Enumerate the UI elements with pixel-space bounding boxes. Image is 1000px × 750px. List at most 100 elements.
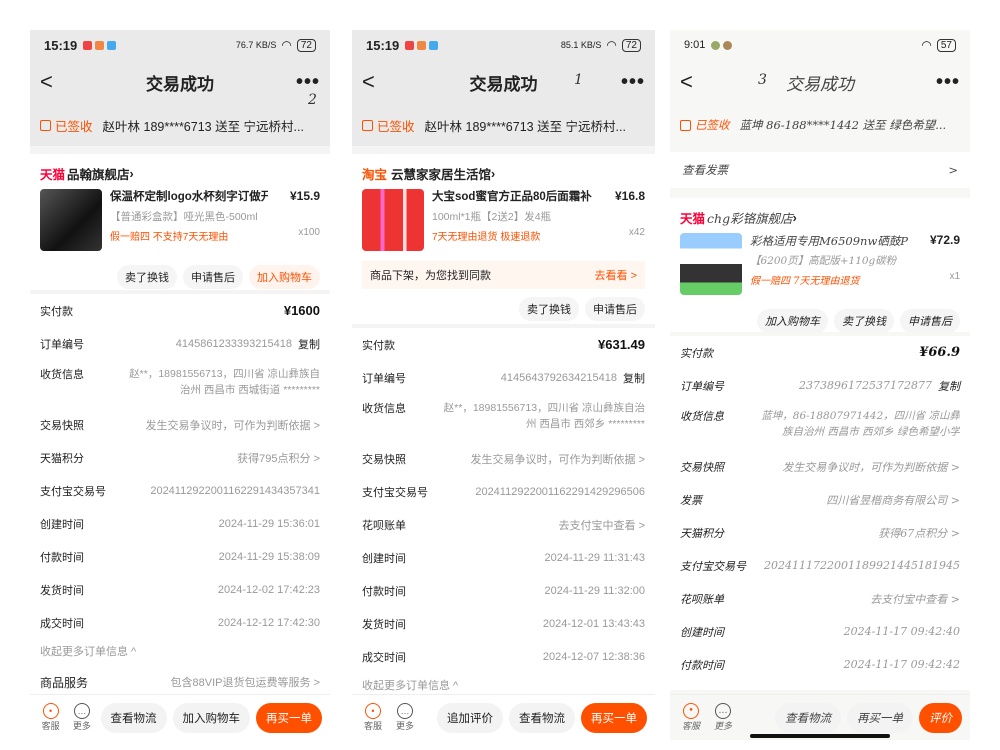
- product-title: 大宝sod蜜官方正品80后面霜补: [432, 191, 592, 203]
- resell-button[interactable]: 卖了换钱: [519, 297, 579, 321]
- product-title: 彩格适用专用M6509nw硒鼓PD21: [750, 234, 908, 248]
- battery-icon: 72: [621, 38, 641, 52]
- more-icon[interactable]: •••: [615, 71, 645, 94]
- app-icons: [711, 40, 733, 50]
- add-to-cart-button[interactable]: 加入购物车: [757, 309, 828, 333]
- status-time: 15:19: [366, 37, 400, 53]
- nav-bar: < 交易成功 •••: [352, 60, 655, 104]
- order-info: 实付款 ¥1600 订单编号 4145861233393215418 复制 收货信息赵…: [30, 294, 330, 680]
- delisted-notice[interactable]: 商品下架，为您找到同款 去看看 >: [362, 261, 645, 289]
- info-row-paid: 实付款 ¥631.49: [362, 337, 645, 352]
- shop-name[interactable]: 天猫 chg彩铬旗舰店 ›: [670, 198, 970, 233]
- info-row-shipped: 发货时间 2024-12-01 13:43:43: [362, 617, 645, 631]
- add-to-cart-button[interactable]: 加入购物车: [249, 265, 320, 289]
- page-title: 交易成功: [146, 74, 214, 94]
- back-icon[interactable]: <: [362, 69, 392, 95]
- info-row-paid: 实付款 ¥66.9: [680, 345, 960, 360]
- info-row-shipping: 收货信息 蓝坤，86-18807971442，四川省 凉山彝族自治州 西昌市 西郊…: [680, 410, 960, 438]
- after-sale-button[interactable]: 申请售后: [900, 309, 960, 333]
- product-price: ¥16.8: [614, 189, 645, 203]
- shop-name[interactable]: 天猫 品翰旗舰店 ›: [30, 154, 330, 189]
- info-row-created: 创建时间 2024-11-17 09:42:40: [680, 625, 960, 639]
- review-button[interactable]: 评价: [919, 702, 962, 733]
- buy-again-button[interactable]: 再买一单: [256, 702, 322, 733]
- view-logistics-button[interactable]: 查看物流: [100, 702, 167, 733]
- info-row-shipping: 收货信息 赵**，18981556713，四川省 凉山彝族自治州 西昌市 西郊乡 …: [362, 402, 645, 430]
- app-icons: [83, 40, 117, 50]
- more-dots-icon: …: [73, 703, 90, 719]
- product-card: 天猫 品翰旗舰店 › 保温杯定制logo水杯刻字订做开 【普通彩盒款】哑光黑色-5…: [30, 154, 330, 290]
- info-row-shipping: 收货信息 赵**，18981556713，四川省 凉山彝族自治州 西昌市 西城街道…: [40, 368, 320, 396]
- after-sale-button[interactable]: 申请售后: [183, 265, 243, 289]
- more-menu[interactable]: … 更多: [710, 703, 736, 732]
- info-row-created: 创建时间 2024-11-29 15:36:01: [40, 517, 320, 531]
- info-row-huabei[interactable]: 花呗账单 去支付宝中查看 >: [362, 508, 645, 541]
- invoice-row[interactable]: 查看发票 >: [670, 152, 970, 188]
- see-similar-link[interactable]: 去看看 >: [595, 267, 637, 283]
- product-qty: x42: [628, 227, 645, 238]
- info-row-order-id: 订单编号 2373896172537172877 复制: [680, 378, 960, 394]
- service-value: 包含88VIP退货包运费等服务 >: [170, 677, 320, 689]
- product-item[interactable]: 保温杯定制logo水杯刻字订做开 【普通彩盒款】哑光黑色-500ml 假一赔四 …: [30, 189, 330, 259]
- info-row-completed: 成交时间 2024-12-12 17:42:30: [40, 616, 320, 630]
- back-icon[interactable]: <: [40, 69, 70, 95]
- info-row-points[interactable]: 天猫积分 获得795点积分 >: [40, 441, 320, 474]
- product-tags: 假一赔四 不支持7天无理由: [110, 232, 229, 243]
- info-row-invoice[interactable]: 发票 四川省昱楷商务有限公司 >: [680, 483, 960, 516]
- after-sale-button[interactable]: 申请售后: [585, 297, 645, 321]
- info-row-huabei[interactable]: 花呗账单 去支付宝中查看 >: [680, 582, 960, 615]
- chat-icon: •: [42, 703, 59, 719]
- product-item[interactable]: 彩格适用专用M6509nw硒鼓PD21 【6200页】高配版+110g碳粉 假一…: [670, 233, 970, 303]
- package-icon: [362, 119, 373, 131]
- signed-status: 已签收: [40, 116, 93, 135]
- battery-icon: 72: [296, 38, 316, 52]
- view-logistics-button[interactable]: 查看物流: [509, 702, 575, 733]
- customer-service[interactable]: • 客服: [38, 703, 63, 732]
- invoice-label: 查看发票: [682, 163, 728, 177]
- more-dots-icon: …: [397, 703, 413, 719]
- info-row-points[interactable]: 天猫积分 获得67点积分 >: [680, 516, 960, 549]
- more-menu[interactable]: … 更多: [392, 703, 418, 732]
- chevron-right-icon: >: [948, 163, 958, 177]
- copy-button[interactable]: 复制: [938, 378, 960, 394]
- product-card: 淘宝 云慧家家居生活馆 › 大宝sod蜜官方正品80后面霜补 100ml*1瓶【2…: [352, 154, 655, 324]
- buy-again-button[interactable]: 再买一单: [581, 702, 647, 733]
- delivery-address-bar[interactable]: 已签收 赵叶林 189****6713 送至 宁远桥村...: [30, 104, 330, 146]
- status-bar: 9:01 ◠ 57: [670, 30, 970, 60]
- more-menu[interactable]: … 更多: [69, 703, 94, 732]
- product-qty: x1: [949, 271, 960, 282]
- address-text: 蓝坤 86-188****1442 送至 绿色希望...: [739, 118, 947, 132]
- product-qty: x100: [298, 227, 320, 238]
- copy-button[interactable]: 复制: [298, 336, 320, 352]
- signed-status: 已签收: [680, 117, 730, 133]
- taobao-logo: 淘宝: [362, 168, 388, 182]
- info-row-created: 创建时间 2024-11-29 11:31:43: [362, 551, 645, 565]
- shop-name[interactable]: 淘宝 云慧家家居生活馆 ›: [352, 154, 655, 189]
- buy-again-button[interactable]: 再买一单: [847, 702, 913, 733]
- customer-service[interactable]: • 客服: [678, 703, 704, 732]
- collapse-link[interactable]: 收起更多订单信息 ^: [40, 639, 320, 663]
- customer-service[interactable]: • 客服: [360, 703, 386, 732]
- info-row-snapshot[interactable]: 交易快照 发生交易争议时，可作为判断依据 >: [40, 408, 320, 441]
- add-review-button[interactable]: 追加评价: [437, 702, 503, 733]
- view-logistics-button[interactable]: 查看物流: [775, 702, 841, 733]
- info-row-snapshot[interactable]: 交易快照 发生交易争议时，可作为判断依据 >: [362, 442, 645, 475]
- delivery-address-bar[interactable]: 已签收 蓝坤 86-188****1442 送至 绿色希望...: [670, 104, 970, 146]
- network-speed: 85.1 KB/S: [560, 40, 602, 50]
- info-row-paid-time: 付款时间 2024-11-17 09:42:42: [680, 658, 960, 672]
- more-icon[interactable]: •••: [930, 71, 960, 94]
- back-icon[interactable]: <: [680, 69, 710, 95]
- info-row-completed: 成交时间 2024-12-07 12:38:36: [362, 650, 645, 664]
- add-cart-button[interactable]: 加入购物车: [172, 702, 250, 733]
- status-time: 15:19: [44, 37, 78, 53]
- service-row[interactable]: 商品服务 包含88VIP退货包运费等服务 >: [30, 668, 330, 696]
- delivery-address-bar[interactable]: 已签收 赵叶林 189****6713 送至 宁远桥村...: [352, 104, 655, 146]
- product-card: 天猫chg彩铬旗舰店 › 彩格适用专用M6509nw硒鼓PD21 【6200页】…: [670, 198, 970, 333]
- resell-button[interactable]: 卖了换钱: [834, 309, 894, 333]
- order-screenshot-1: 15:19 76.7 KB/S ◠ 72 < 交易成功 ••• 2 已签收 赵叶…: [30, 30, 330, 740]
- more-icon[interactable]: •••: [290, 71, 320, 94]
- resell-button[interactable]: 卖了换钱: [117, 265, 177, 289]
- product-item[interactable]: 大宝sod蜜官方正品80后面霜补 100ml*1瓶【2送2】发4瓶 7天无理由退…: [352, 189, 655, 259]
- copy-button[interactable]: 复制: [623, 370, 645, 386]
- info-row-snapshot[interactable]: 交易快照 发生交易争议时，可作为判断依据 >: [680, 450, 960, 483]
